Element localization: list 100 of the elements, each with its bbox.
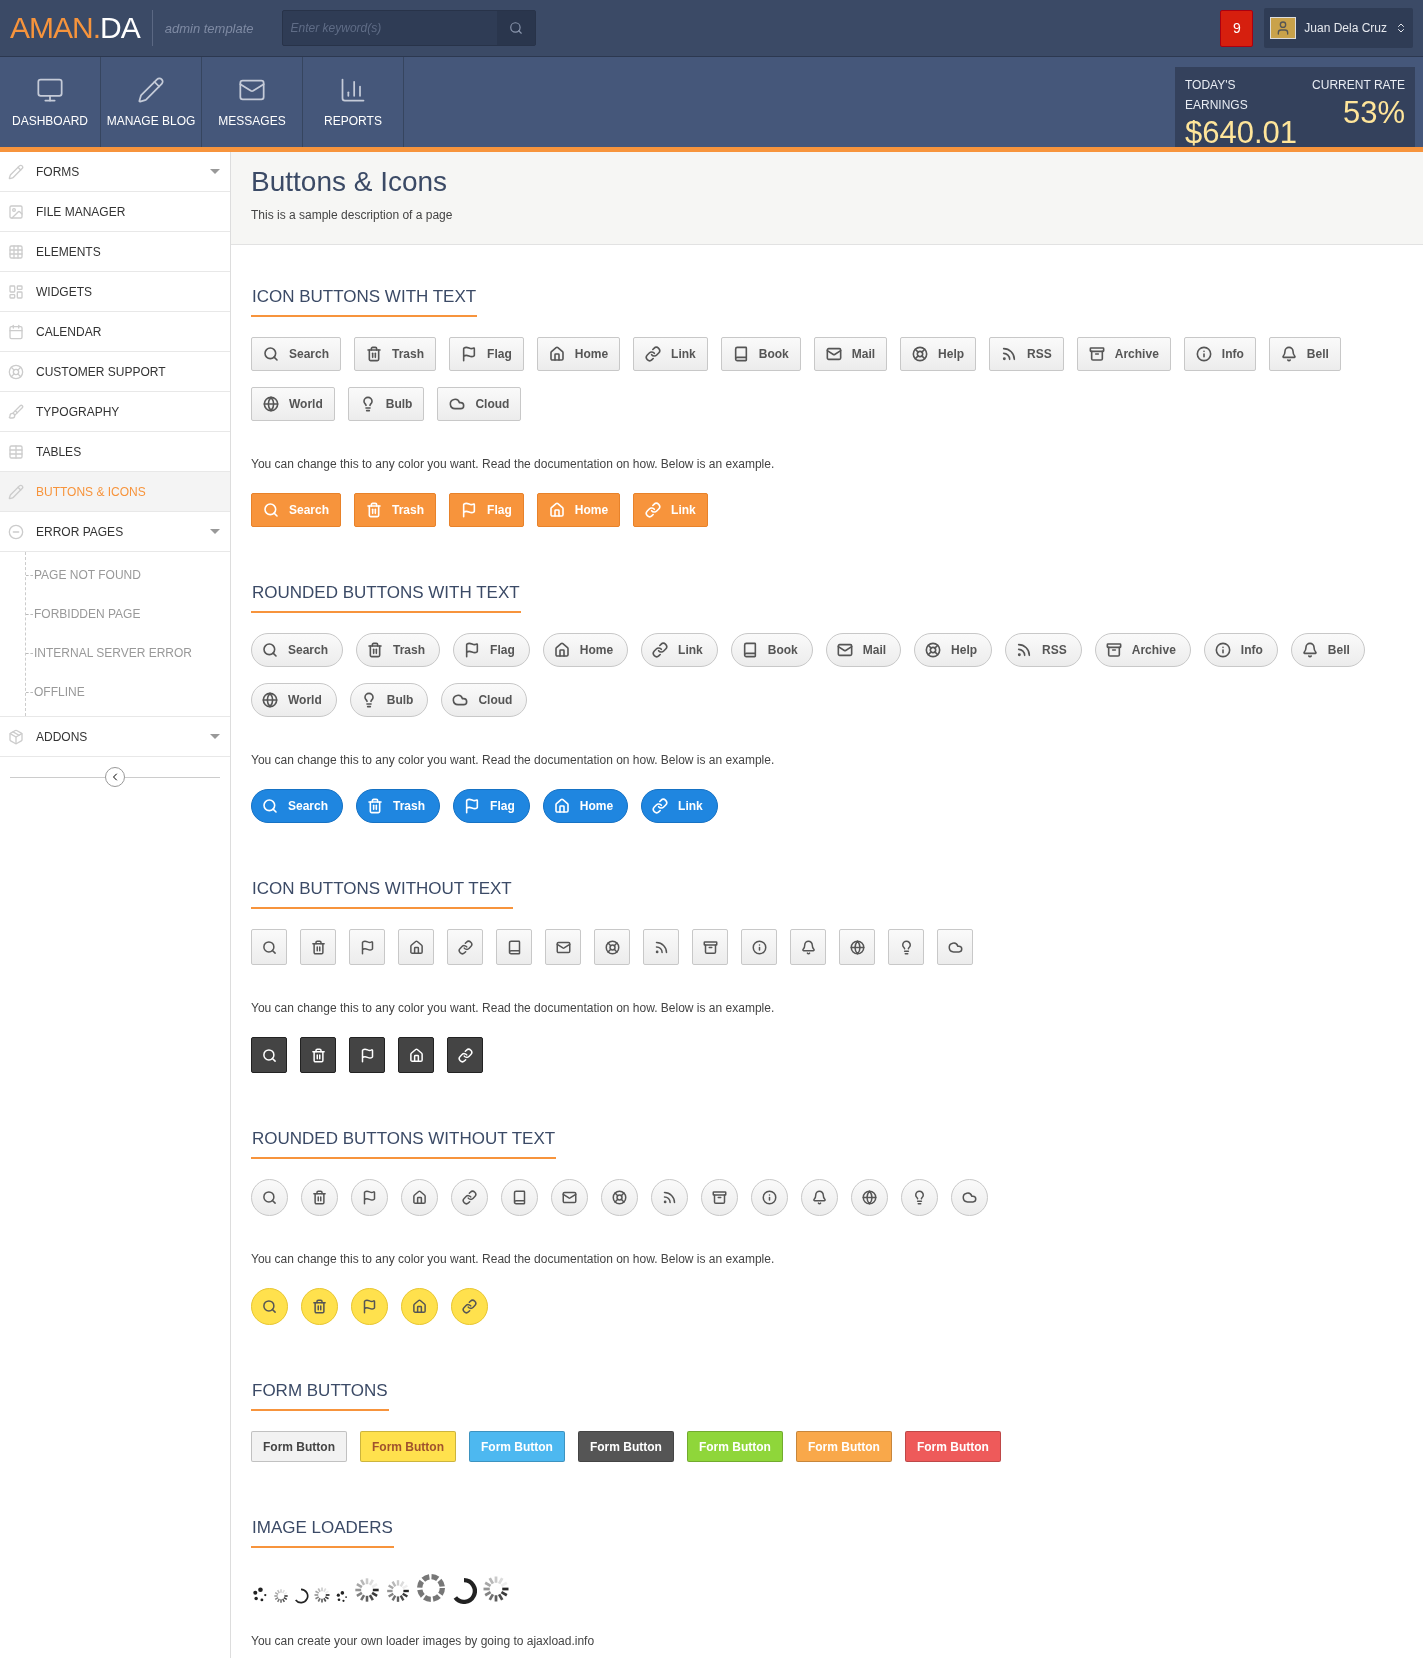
icon-button[interactable]: Bulb [347,387,425,421]
spinner-icon [273,1588,289,1604]
notification-badge[interactable]: 9 [1220,9,1254,47]
search-button[interactable] [496,11,535,45]
icon-button[interactable]: Flag [449,337,524,371]
icon-button[interactable] [251,929,287,965]
loaders-note: You can create your own loader images by going to ajaxload.info [251,1634,596,1648]
section-note: You can change this to any color you want. Read the documentation on how. Below is an example. [251,457,776,471]
icon-button[interactable]: Trash [356,633,441,667]
icon-button[interactable]: Cloud [441,683,528,717]
icon-button[interactable]: Search [251,633,344,667]
form-button[interactable]: Form Button [577,1431,674,1462]
example-button[interactable] [349,1037,385,1073]
icon-button[interactable] [790,929,826,965]
nav-item[interactable]: DASHBOARD [0,57,101,147]
icon-button[interactable]: Archive [1094,633,1191,667]
example-button[interactable] [447,1037,483,1073]
icon-button[interactable]: Cloud [437,387,522,421]
icon-button[interactable]: Link [641,633,718,667]
icon-button[interactable] [643,929,679,965]
example-button[interactable] [398,1037,434,1073]
search-icon [263,346,279,362]
icon-button[interactable] [651,1179,688,1216]
icon-button[interactable] [496,929,532,965]
icon-button[interactable] [551,1179,588,1216]
icon-button[interactable] [447,929,483,965]
icon-button[interactable]: RSS [1005,633,1082,667]
icon-button[interactable]: RSS [989,337,1064,371]
example-button[interactable] [251,1037,287,1073]
icon-button[interactable] [888,929,924,965]
pencil-icon [8,483,24,500]
icon-button[interactable]: Info [1203,633,1278,667]
link-icon [462,1190,477,1205]
example-button[interactable]: Search [251,789,344,823]
icon-button[interactable] [937,929,973,965]
icon-button[interactable]: Trash [354,337,437,371]
icon-button[interactable]: Home [542,633,629,667]
icon-button[interactable]: Bell [1290,633,1365,667]
icon-button[interactable] [398,929,434,965]
icon-button[interactable]: Search [251,337,342,371]
icon-button[interactable] [401,1179,438,1216]
icon-button[interactable]: Book [720,337,801,371]
icon-button[interactable]: Link [633,337,708,371]
spinner-icon [385,1578,411,1604]
example-button[interactable]: Link [641,789,718,823]
flag-icon [461,502,478,518]
home-icon [412,1299,427,1314]
icon-button[interactable] [741,929,777,965]
icon-button[interactable] [601,1179,638,1216]
icon-button[interactable] [301,1179,338,1216]
icon-button[interactable] [692,929,728,965]
icon-button[interactable]: Help [900,337,977,371]
icon-button[interactable] [451,1179,488,1216]
icon-button[interactable]: Flag [453,633,530,667]
form-button[interactable]: Form Button [251,1431,347,1462]
box-icon [8,728,24,745]
icon-button[interactable]: Info [1183,337,1256,371]
trash-icon [312,1190,327,1205]
icon-button[interactable] [501,1179,538,1216]
table-icon [8,443,24,460]
icon-button[interactable] [751,1179,788,1216]
example-button[interactable]: Home [542,789,629,823]
icon-button[interactable]: Help [914,633,993,667]
icon-button[interactable] [701,1179,738,1216]
icon-button[interactable] [801,1179,838,1216]
example-button[interactable]: Flag [453,789,530,823]
icon-button[interactable]: Archive [1076,337,1171,371]
search-icon [508,21,523,35]
home-icon [553,642,570,658]
icon-button[interactable] [901,1179,938,1216]
user-menu[interactable]: Juan Dela Cruz [1264,8,1413,48]
home-icon [548,502,565,518]
icon-button[interactable] [839,929,875,965]
icon-button[interactable]: Home [536,337,621,371]
icon-button[interactable] [951,1179,988,1216]
icon-button[interactable]: World [251,387,335,421]
flag-icon [359,1047,375,1063]
search-icon [262,1190,277,1205]
nav-item[interactable]: REPORTS [303,57,404,147]
example-button[interactable]: Trash [356,789,441,823]
icon-button[interactable]: World [251,683,337,717]
icon-button[interactable]: Bulb [349,683,429,717]
earnings-value: $640.01 [1185,115,1299,151]
icon-button[interactable] [349,929,385,965]
icon-button[interactable] [351,1179,388,1216]
example-button[interactable] [300,1037,336,1073]
icon-button[interactable]: Mail [813,337,888,371]
nav-item[interactable]: MANAGE BLOG [101,57,202,147]
icon-button[interactable] [851,1179,888,1216]
icon-button[interactable] [251,1179,288,1216]
icon-button[interactable]: Book [730,633,813,667]
icon-button[interactable] [545,929,581,965]
cloud-icon [962,1190,977,1205]
nav-item[interactable]: MESSAGES [202,57,303,147]
icon-button[interactable]: Bell [1268,337,1341,371]
icon-button[interactable]: Mail [825,633,902,667]
form-button[interactable]: Form Button [360,1431,456,1462]
icon-button[interactable] [594,929,630,965]
collapse-button[interactable] [105,767,125,787]
icon-button[interactable] [300,929,336,965]
